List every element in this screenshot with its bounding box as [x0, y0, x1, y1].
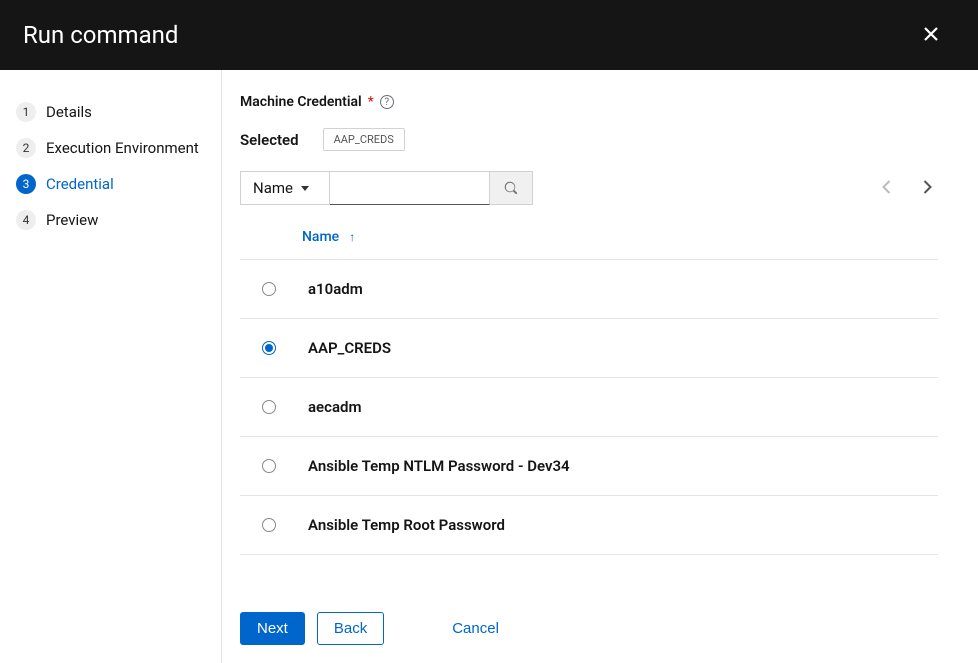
- close-icon: [922, 25, 940, 43]
- credential-radio[interactable]: [262, 400, 276, 414]
- credential-name: Ansible Temp Root Password: [308, 516, 505, 534]
- table-header[interactable]: Name ↑: [240, 215, 938, 259]
- selected-chip[interactable]: AAP_CREDS: [323, 128, 405, 151]
- wizard-step-credential[interactable]: 3 Credential: [16, 166, 205, 202]
- selected-label: Selected: [240, 131, 299, 149]
- pagination-nav: [876, 174, 938, 203]
- search-row: Name: [240, 171, 938, 205]
- search-group: Name: [240, 171, 533, 205]
- step-label: Execution Environment: [46, 139, 199, 157]
- footer: Next Back Cancel: [222, 593, 978, 663]
- search-input[interactable]: [330, 171, 490, 205]
- credential-name: a10adm: [308, 280, 363, 298]
- modal-title: Run command: [23, 21, 178, 49]
- credential-row[interactable]: Ansible Temp NTLM Password - Dev34: [240, 436, 938, 495]
- help-icon[interactable]: ?: [380, 95, 394, 109]
- wizard-nav: 1 Details 2 Execution Environment 3 Cred…: [0, 70, 222, 663]
- back-button[interactable]: Back: [317, 612, 384, 645]
- step-label: Credential: [46, 175, 114, 193]
- sort-ascending-icon: ↑: [349, 230, 355, 244]
- wizard-step-details[interactable]: 1 Details: [16, 94, 205, 130]
- credential-radio[interactable]: [262, 341, 276, 355]
- credential-row[interactable]: Ansible Temp Root Password: [240, 495, 938, 555]
- step-label: Details: [46, 103, 92, 121]
- credential-row[interactable]: a10adm: [240, 259, 938, 318]
- content-scroll: Machine Credential * ? Selected AAP_CRED…: [222, 70, 978, 593]
- step-number: 2: [16, 138, 36, 158]
- modal-header: Run command: [0, 0, 978, 70]
- step-number: 3: [16, 174, 36, 194]
- filter-select[interactable]: Name: [240, 171, 330, 205]
- chevron-right-icon: [923, 180, 932, 194]
- close-button[interactable]: [916, 19, 946, 52]
- filter-label: Name: [253, 179, 293, 197]
- prev-page-button[interactable]: [876, 174, 897, 203]
- modal-body: 1 Details 2 Execution Environment 3 Cred…: [0, 70, 978, 663]
- wizard-step-execution-environment[interactable]: 2 Execution Environment: [16, 130, 205, 166]
- credential-name: Ansible Temp NTLM Password - Dev34: [308, 457, 570, 475]
- step-number: 4: [16, 210, 36, 230]
- credential-radio[interactable]: [262, 518, 276, 532]
- required-indicator: *: [368, 94, 374, 110]
- search-button[interactable]: [490, 171, 533, 205]
- step-label: Preview: [46, 211, 98, 229]
- field-label: Machine Credential: [240, 94, 362, 110]
- credential-radio[interactable]: [262, 282, 276, 296]
- chevron-left-icon: [882, 180, 891, 194]
- credential-row[interactable]: aecadm: [240, 377, 938, 436]
- cancel-button[interactable]: Cancel: [436, 613, 515, 644]
- wizard-step-preview[interactable]: 4 Preview: [16, 202, 205, 238]
- next-page-button[interactable]: [917, 174, 938, 203]
- next-button[interactable]: Next: [240, 612, 305, 645]
- selected-row: Selected AAP_CREDS: [240, 128, 938, 151]
- credential-name: aecadm: [308, 398, 361, 416]
- search-icon: [504, 181, 518, 195]
- credential-name: AAP_CREDS: [308, 339, 391, 357]
- field-label-row: Machine Credential * ?: [240, 94, 938, 110]
- credential-list: a10adm AAP_CREDSaecadm Ansible Temp NTLM P…: [240, 259, 938, 555]
- credential-radio[interactable]: [262, 459, 276, 473]
- main-content: Machine Credential * ? Selected AAP_CRED…: [222, 70, 978, 663]
- column-name: Name: [302, 229, 339, 245]
- credential-row[interactable]: AAP_CREDS: [240, 318, 938, 377]
- chevron-down-icon: [301, 186, 309, 191]
- step-number: 1: [16, 102, 36, 122]
